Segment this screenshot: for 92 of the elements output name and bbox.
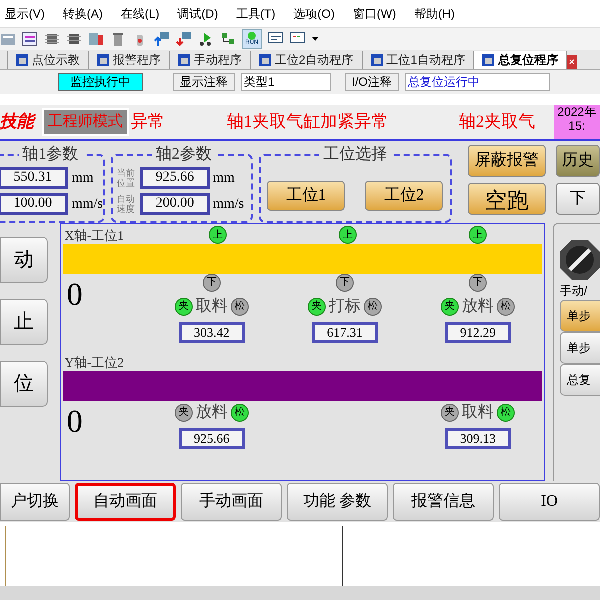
station-label: 放料 (462, 296, 494, 317)
unit-label: mm/s (213, 196, 244, 214)
indicator-lamp: 松 (497, 404, 516, 422)
menu-item[interactable]: 选项(O) (294, 4, 335, 22)
alarm-message: 轴1夹取气缸加紧异常 (227, 111, 390, 134)
message-field: 总复位运行中 (405, 73, 550, 91)
station-label: 取料 (462, 402, 494, 423)
function-button[interactable]: 屏蔽报警 (468, 145, 546, 177)
indicator-lamp: 下 (202, 274, 221, 292)
axis-title: X轴-工位1 (64, 228, 124, 244)
mode-button[interactable]: 单步 (560, 332, 600, 364)
value-field: 100.00 (0, 193, 68, 215)
nav-button[interactable]: 报警信息 (393, 482, 494, 520)
unit-label: mm/s (72, 196, 104, 214)
indicator-lamp: 夹 (441, 404, 460, 422)
indicator-lamp: 下 (336, 274, 354, 292)
alarm-message: 轴2夹取气 (459, 111, 536, 134)
control-button[interactable]: 位 (0, 361, 48, 407)
indicator-lamp: 下 (469, 274, 488, 292)
value-field: 550.31 (0, 167, 68, 189)
indicator-lamp: 松 (230, 298, 249, 316)
function-button[interactable]: 历史 (556, 145, 600, 177)
value-field: 925.66 (140, 167, 210, 189)
menu-item[interactable]: 窗口(W) (353, 4, 396, 22)
lamp-icon (248, 32, 256, 40)
nav-button[interactable]: 手动画面 (181, 482, 282, 520)
station-button[interactable]: 工位2 (365, 181, 444, 211)
group-title: 轴2参数 (154, 144, 213, 165)
control-button[interactable]: 止 (0, 299, 48, 345)
menu-item[interactable]: 工具(T) (236, 4, 276, 22)
bin-icon[interactable] (110, 31, 126, 47)
mode-label: 手动/ (560, 283, 588, 300)
io-comment-button[interactable]: I/O注释 (345, 73, 400, 91)
indicator-lamp: 上 (208, 226, 227, 244)
counter-value: 0 (66, 402, 84, 441)
arrow-down-icon[interactable] (176, 31, 192, 47)
indicator-lamp: 上 (469, 226, 488, 244)
station-label: 放料 (196, 402, 228, 423)
menu-item[interactable]: 在线(L) (121, 4, 160, 22)
document-icon[interactable] (22, 31, 38, 47)
indicator-lamp: 松 (230, 404, 249, 422)
function-button[interactable]: 空跑 (468, 183, 546, 215)
nav-button[interactable]: 功能 参数 (287, 482, 388, 520)
indicator-lamp: 松 (364, 298, 382, 316)
status-indicator: 监控执行中 (58, 73, 143, 91)
control-button[interactable]: 动 (0, 237, 48, 283)
station-label: 取料 (196, 296, 228, 317)
network-icon[interactable] (220, 31, 236, 47)
arrow-up-icon[interactable] (154, 31, 170, 47)
unit-label: mm (213, 170, 235, 188)
marquee-text: 技能 (0, 109, 42, 135)
type-dropdown[interactable]: 类型1 (241, 73, 331, 91)
menu-item[interactable]: 调试(D) (178, 4, 218, 22)
mode-button[interactable]: 总复 (560, 364, 600, 396)
date-text: 2022年 (558, 105, 596, 119)
function-button[interactable]: 下 (556, 183, 600, 215)
unit-label: mm (72, 170, 94, 188)
alarm-message: 异常 (131, 111, 166, 134)
indicator-lamp: 上 (338, 226, 357, 244)
tab[interactable]: 总复位程序 (474, 51, 568, 69)
play-icon[interactable] (198, 31, 214, 47)
indicator-lamp: 夹 (308, 298, 326, 316)
value-field: 303.42 (178, 322, 245, 343)
comment-button[interactable]: 显示注释 (173, 73, 235, 91)
value-field: 912.29 (445, 322, 512, 343)
nav-button[interactable]: IO (499, 482, 600, 520)
station-label: 打标 (328, 296, 361, 317)
menu-item[interactable]: 转换(A) (63, 4, 103, 22)
station-button[interactable]: 工位1 (267, 181, 346, 211)
indicator-lamp: 夹 (174, 298, 193, 316)
value-field: 925.66 (178, 428, 245, 449)
menu-item[interactable]: 帮助(H) (414, 4, 455, 22)
indicator-lamp: 夹 (174, 404, 193, 422)
caret-icon[interactable] (312, 37, 319, 41)
tab[interactable]: 工位1自动程序 (362, 51, 474, 69)
group-title: 轴1参数 (22, 144, 80, 165)
value-field: 309.13 (445, 428, 512, 449)
indicator-lamp: 松 (497, 298, 516, 316)
nav-button[interactable]: 户切换 (0, 482, 70, 520)
time-text: 15: (568, 119, 586, 133)
close-icon[interactable] (567, 55, 578, 69)
field-label: 自动速度 (117, 194, 136, 214)
counter-value: 0 (66, 274, 84, 314)
indicator-lamp: 夹 (441, 298, 460, 316)
axis-title: Y轴-工位2 (64, 355, 124, 372)
nav-button[interactable]: 自动画面 (74, 482, 176, 520)
menu-item[interactable]: 显示(V) (5, 4, 45, 22)
group-title: 工位选择 (322, 144, 388, 165)
mode-button[interactable]: 单步 (560, 300, 600, 332)
field-label: 当前位置 (117, 168, 136, 188)
value-field: 200.00 (140, 193, 210, 215)
value-field: 617.31 (312, 322, 378, 343)
